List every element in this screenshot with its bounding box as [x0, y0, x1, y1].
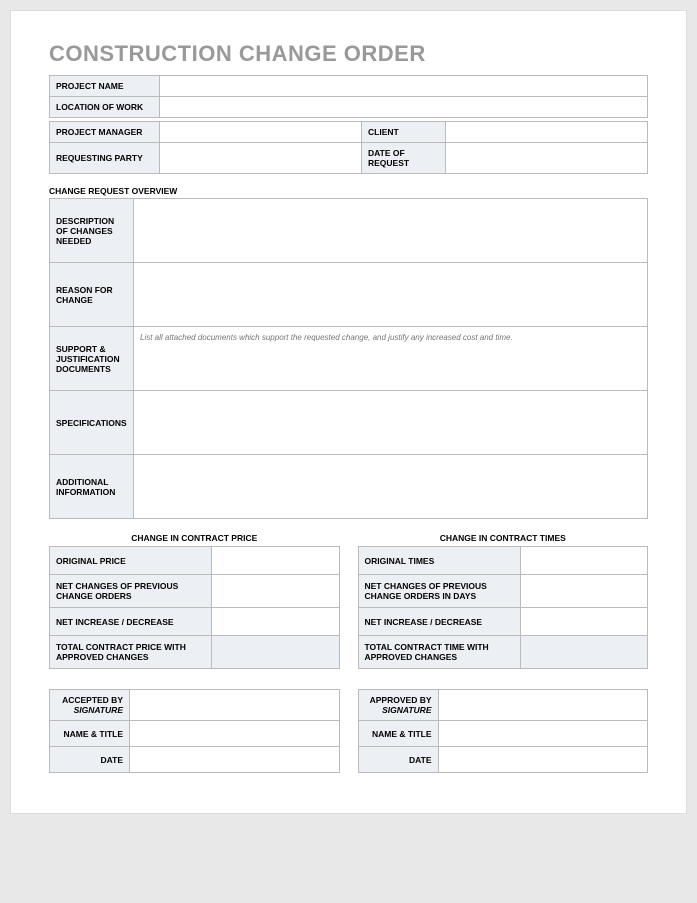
- approved-signature-value[interactable]: [438, 690, 648, 721]
- approved-by-sub: SIGNATURE: [365, 705, 432, 715]
- description-value[interactable]: [134, 199, 648, 263]
- price-net-changes-value[interactable]: [212, 575, 339, 608]
- project-info-table-2: PROJECT MANAGER CLIENT REQUESTING PARTY …: [49, 121, 648, 174]
- support-hint: List all attached documents which suppor…: [140, 333, 513, 342]
- price-column: CHANGE IN CONTRACT PRICE ORIGINAL PRICE …: [49, 533, 340, 773]
- client-label: CLIENT: [362, 122, 446, 143]
- project-manager-label: PROJECT MANAGER: [50, 122, 160, 143]
- reason-value[interactable]: [134, 263, 648, 327]
- times-net-changes-label: NET CHANGES OF PREVIOUS CHANGE ORDERS IN…: [358, 575, 520, 608]
- approved-table: APPROVED BY SIGNATURE NAME & TITLE DATE: [358, 689, 649, 773]
- approved-date-label: DATE: [358, 747, 438, 773]
- approved-by-main: APPROVED BY: [370, 695, 432, 705]
- accepted-table: ACCEPTED BY SIGNATURE NAME & TITLE DATE: [49, 689, 340, 773]
- price-total-label: TOTAL CONTRACT PRICE WITH APPROVED CHANG…: [50, 636, 212, 669]
- description-label: DESCRIPTION OF CHANGES NEEDED: [50, 199, 134, 263]
- accepted-by-main: ACCEPTED BY: [62, 695, 123, 705]
- support-value[interactable]: List all attached documents which suppor…: [134, 327, 648, 391]
- times-net-changes-value[interactable]: [520, 575, 647, 608]
- price-net-incdec-label: NET INCREASE / DECREASE: [50, 608, 212, 636]
- price-table: ORIGINAL PRICE NET CHANGES OF PREVIOUS C…: [49, 546, 340, 669]
- requesting-party-label: REQUESTING PARTY: [50, 143, 160, 174]
- additional-label: ADDITIONAL INFORMATION: [50, 455, 134, 519]
- overview-heading: CHANGE REQUEST OVERVIEW: [49, 186, 648, 196]
- price-net-incdec-value[interactable]: [212, 608, 339, 636]
- accepted-name-title-label: NAME & TITLE: [50, 721, 130, 747]
- specifications-label: SPECIFICATIONS: [50, 391, 134, 455]
- accepted-name-title-value[interactable]: [130, 721, 340, 747]
- accepted-signature-value[interactable]: [130, 690, 340, 721]
- accepted-date-label: DATE: [50, 747, 130, 773]
- project-name-value[interactable]: [160, 76, 648, 97]
- approved-by-label: APPROVED BY SIGNATURE: [358, 690, 438, 721]
- requesting-party-value[interactable]: [160, 143, 362, 174]
- specifications-value[interactable]: [134, 391, 648, 455]
- price-total-value[interactable]: [212, 636, 339, 669]
- approved-name-title-label: NAME & TITLE: [358, 721, 438, 747]
- approved-date-value[interactable]: [438, 747, 648, 773]
- accepted-by-label: ACCEPTED BY SIGNATURE: [50, 690, 130, 721]
- times-table: ORIGINAL TIMES NET CHANGES OF PREVIOUS C…: [358, 546, 649, 669]
- location-of-work-value[interactable]: [160, 97, 648, 118]
- location-of-work-label: LOCATION OF WORK: [50, 97, 160, 118]
- times-column: CHANGE IN CONTRACT TIMES ORIGINAL TIMES …: [358, 533, 649, 773]
- project-info-table-1: PROJECT NAME LOCATION OF WORK: [49, 75, 648, 118]
- additional-value[interactable]: [134, 455, 648, 519]
- date-of-request-value[interactable]: [446, 143, 648, 174]
- original-times-label: ORIGINAL TIMES: [358, 547, 520, 575]
- price-net-changes-label: NET CHANGES OF PREVIOUS CHANGE ORDERS: [50, 575, 212, 608]
- times-net-incdec-label: NET INCREASE / DECREASE: [358, 608, 520, 636]
- project-manager-value[interactable]: [160, 122, 362, 143]
- accepted-by-sub: SIGNATURE: [56, 705, 123, 715]
- approved-name-title-value[interactable]: [438, 721, 648, 747]
- times-total-label: TOTAL CONTRACT TIME WITH APPROVED CHANGE…: [358, 636, 520, 669]
- original-times-value[interactable]: [520, 547, 647, 575]
- client-value[interactable]: [446, 122, 648, 143]
- original-price-value[interactable]: [212, 547, 339, 575]
- date-of-request-label: DATE OF REQUEST: [362, 143, 446, 174]
- support-label: SUPPORT & JUSTIFICATION DOCUMENTS: [50, 327, 134, 391]
- project-name-label: PROJECT NAME: [50, 76, 160, 97]
- page-title: CONSTRUCTION CHANGE ORDER: [49, 41, 648, 67]
- price-heading: CHANGE IN CONTRACT PRICE: [49, 533, 340, 543]
- original-price-label: ORIGINAL PRICE: [50, 547, 212, 575]
- times-net-incdec-value[interactable]: [520, 608, 647, 636]
- reason-label: REASON FOR CHANGE: [50, 263, 134, 327]
- overview-table: DESCRIPTION OF CHANGES NEEDED REASON FOR…: [49, 198, 648, 519]
- accepted-date-value[interactable]: [130, 747, 340, 773]
- times-heading: CHANGE IN CONTRACT TIMES: [358, 533, 649, 543]
- change-order-form: CONSTRUCTION CHANGE ORDER PROJECT NAME L…: [10, 10, 687, 814]
- times-total-value[interactable]: [520, 636, 647, 669]
